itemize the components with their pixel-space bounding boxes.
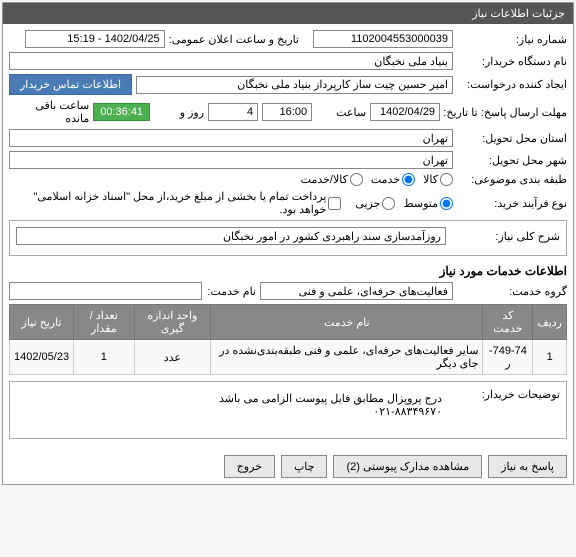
th-name: نام خدمت bbox=[211, 305, 483, 340]
panel-title: جزئیات اطلاعات نیاز bbox=[3, 3, 573, 24]
service-name-input[interactable] bbox=[9, 282, 202, 300]
row-deadline: مهلت ارسال پاسخ: تا تاریخ: ساعت روز و 00… bbox=[9, 99, 567, 125]
province-input[interactable] bbox=[9, 129, 453, 147]
contact-info-button[interactable]: اطلاعات تماس خریدار bbox=[9, 74, 132, 95]
need-number-input[interactable] bbox=[313, 30, 453, 48]
need-number-label: شماره نیاز: bbox=[457, 33, 567, 46]
print-button[interactable]: چاپ bbox=[281, 455, 328, 478]
requester-label: ایجاد کننده درخواست: bbox=[457, 78, 567, 91]
td-row: 1 bbox=[533, 340, 567, 375]
services-table: ردیف کد خدمت نام خدمت واحد اندازه گیری ت… bbox=[9, 304, 567, 375]
respond-button[interactable]: پاسخ به نیاز bbox=[488, 455, 567, 478]
subject-class-label: طبقه بندی موضوعی: bbox=[457, 173, 567, 186]
attachments-button[interactable]: مشاهده مدارک پیوستی (2) bbox=[333, 455, 482, 478]
payment-checkbox[interactable] bbox=[328, 197, 341, 210]
radio-service[interactable] bbox=[402, 173, 415, 186]
payment-note-label: پرداخت تمام یا بخشی از مبلغ خرید،از محل … bbox=[9, 190, 326, 216]
bottom-buttons: پاسخ به نیاز مشاهده مدارک پیوستی (2) چاپ… bbox=[3, 449, 573, 484]
th-code: کد خدمت bbox=[483, 305, 533, 340]
buyer-org-label: نام دستگاه خریدار: bbox=[457, 55, 567, 68]
overall-desc-fieldset: شرح کلی نیاز: bbox=[9, 220, 567, 256]
radio-medium[interactable] bbox=[440, 197, 453, 210]
process-type-label: نوع فرآیند خرید: bbox=[457, 197, 567, 210]
radio-goods[interactable] bbox=[440, 173, 453, 186]
row-process-type: نوع فرآیند خرید: متوسط جزیی پرداخت تمام … bbox=[9, 190, 567, 216]
radio-service-label: خدمت bbox=[371, 173, 400, 186]
row-service-group: گروه خدمت: نام خدمت: bbox=[9, 282, 567, 300]
row-subject-class: طبقه بندی موضوعی: کالا خدمت کالا/خدمت bbox=[9, 173, 567, 186]
row-need-number: شماره نیاز: تاریخ و ساعت اعلان عمومی: bbox=[9, 30, 567, 48]
radio-medium-item[interactable]: متوسط bbox=[403, 197, 453, 210]
radio-medium-label: متوسط bbox=[403, 197, 438, 210]
remaining-label: ساعت باقی مانده bbox=[9, 99, 89, 125]
row-overall-desc: شرح کلی نیاز: bbox=[16, 227, 560, 245]
radio-goods-service-label: کالا/خدمت bbox=[301, 173, 348, 186]
td-qty: 1 bbox=[74, 340, 134, 375]
table-header-row: ردیف کد خدمت نام خدمت واحد اندازه گیری ت… bbox=[10, 305, 567, 340]
requester-input[interactable] bbox=[136, 76, 453, 94]
deadline-label: مهلت ارسال پاسخ: تا تاریخ: bbox=[444, 106, 567, 119]
exit-button[interactable]: خروج bbox=[224, 455, 275, 478]
row-province: استان محل تحویل: bbox=[9, 129, 567, 147]
city-input[interactable] bbox=[9, 151, 453, 169]
city-label: شهر محل تحویل: bbox=[457, 154, 567, 167]
row-city: شهر محل تحویل: bbox=[9, 151, 567, 169]
province-label: استان محل تحویل: bbox=[457, 132, 567, 145]
radio-partial-item[interactable]: جزیی bbox=[355, 197, 395, 210]
details-panel: جزئیات اطلاعات نیاز شماره نیاز: تاریخ و … bbox=[2, 2, 574, 485]
service-name-label: نام خدمت: bbox=[206, 285, 256, 298]
buyer-notes-text: درج پروپزال مطابق فایل پیوست الزامی می ب… bbox=[16, 388, 446, 428]
th-date: تاریخ نیاز bbox=[10, 305, 74, 340]
deadline-days-input[interactable] bbox=[208, 103, 258, 121]
service-group-input[interactable] bbox=[260, 282, 453, 300]
overall-desc-label: شرح کلی نیاز: bbox=[450, 230, 560, 243]
hour-label: ساعت bbox=[316, 106, 366, 119]
deadline-hour-input[interactable] bbox=[262, 103, 312, 121]
th-unit: واحد اندازه گیری bbox=[134, 305, 211, 340]
service-group-label: گروه خدمت: bbox=[457, 285, 567, 298]
buyer-org-input[interactable] bbox=[9, 52, 453, 70]
td-date: 1402/05/23 bbox=[10, 340, 74, 375]
table-row[interactable]: 1 749-74-ر سایر فعالیت‌های حرفه‌ای، علمی… bbox=[10, 340, 567, 375]
td-code: 749-74-ر bbox=[483, 340, 533, 375]
buyer-notes-label: توضیحات خریدار: bbox=[450, 388, 560, 401]
row-buyer-notes: توضیحات خریدار: درج پروپزال مطابق فایل پ… bbox=[16, 388, 560, 428]
services-section-title: اطلاعات خدمات مورد نیاز bbox=[9, 264, 567, 278]
row-requester: ایجاد کننده درخواست: اطلاعات تماس خریدار bbox=[9, 74, 567, 95]
day-label: روز و bbox=[154, 106, 204, 119]
td-unit: عدد bbox=[134, 340, 211, 375]
announce-date-label: تاریخ و ساعت اعلان عمومی: bbox=[169, 33, 299, 46]
process-radio-group: متوسط جزیی bbox=[355, 197, 453, 210]
subject-radio-group: کالا خدمت کالا/خدمت bbox=[301, 173, 453, 186]
deadline-date-input[interactable] bbox=[370, 103, 440, 121]
remaining-time-badge: 00:36:41 bbox=[93, 103, 150, 121]
radio-partial[interactable] bbox=[382, 197, 395, 210]
radio-goods-service-item[interactable]: کالا/خدمت bbox=[301, 173, 363, 186]
announce-date-input[interactable] bbox=[25, 30, 165, 48]
buyer-notes-fieldset: توضیحات خریدار: درج پروپزال مطابق فایل پ… bbox=[9, 381, 567, 439]
th-row: ردیف bbox=[533, 305, 567, 340]
radio-goods-label: کالا bbox=[423, 173, 438, 186]
radio-service-item[interactable]: خدمت bbox=[371, 173, 415, 186]
radio-goods-item[interactable]: کالا bbox=[423, 173, 453, 186]
th-qty: تعداد / مقدار bbox=[74, 305, 134, 340]
radio-partial-label: جزیی bbox=[355, 197, 380, 210]
td-name: سایر فعالیت‌های حرفه‌ای، علمی و فنی طبقه… bbox=[211, 340, 483, 375]
overall-desc-input[interactable] bbox=[16, 227, 446, 245]
radio-goods-service[interactable] bbox=[350, 173, 363, 186]
panel-body: شماره نیاز: تاریخ و ساعت اعلان عمومی: نا… bbox=[3, 24, 573, 449]
row-buyer-org: نام دستگاه خریدار: bbox=[9, 52, 567, 70]
payment-note-item[interactable]: پرداخت تمام یا بخشی از مبلغ خرید،از محل … bbox=[9, 190, 341, 216]
